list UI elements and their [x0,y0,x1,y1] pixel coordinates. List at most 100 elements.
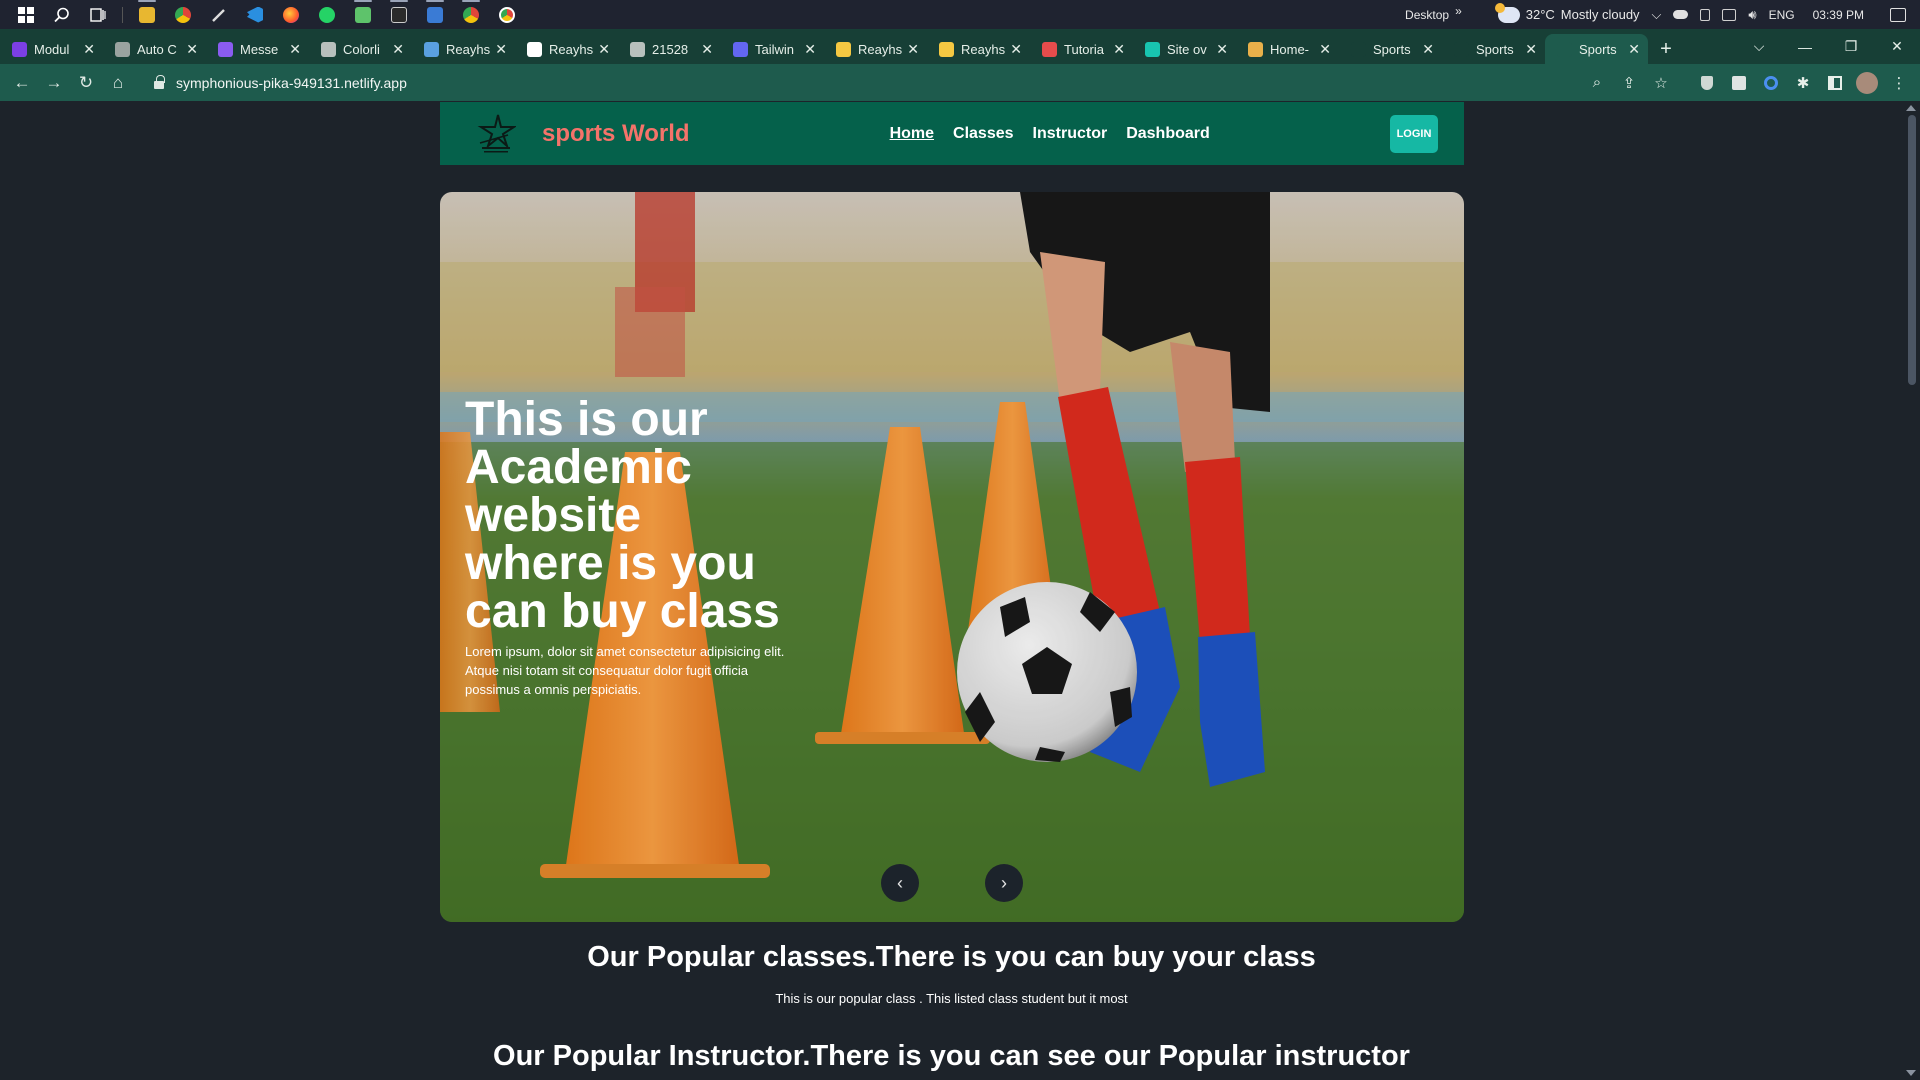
chrome-alt-icon[interactable] [489,0,525,29]
tab-close-icon[interactable]: ✕ [598,41,610,58]
nav-link-home[interactable]: Home [890,125,934,143]
brand-name[interactable]: sports World [542,120,690,148]
tab-search-chevron-icon[interactable]: ⌵ [1736,32,1782,62]
browser-tab[interactable]: Sports ✕ [1545,34,1648,64]
browser-tab[interactable]: Auto C ✕ [103,34,206,64]
tab-close-icon[interactable]: ✕ [701,41,713,58]
language-indicator[interactable]: ENG [1769,8,1795,22]
tab-close-icon[interactable]: ✕ [1525,41,1537,58]
reload-icon[interactable]: ↻ [70,67,102,99]
scroll-down-arrow-icon[interactable] [1906,1070,1916,1076]
tab-label: Auto C [137,41,177,57]
tab-favicon-icon [1557,41,1572,57]
tab-close-icon[interactable]: ✕ [392,41,404,58]
network-icon[interactable] [1722,8,1737,21]
scroll-thumb[interactable] [1908,115,1916,385]
browser-tab[interactable]: Modul ✕ [0,34,103,64]
tab-close-icon[interactable]: ✕ [495,41,507,58]
restore-button[interactable]: ❐ [1828,32,1874,62]
firefox-icon[interactable] [273,0,309,29]
tab-close-icon[interactable]: ✕ [1422,41,1434,58]
browser-tab[interactable]: Sports ✕ [1442,34,1545,64]
tab-label: Reayhs [549,41,594,57]
pen-tool-icon[interactable] [201,0,237,29]
page-scrollbar[interactable] [1903,101,1920,1080]
clock[interactable]: 03:39 PM [1813,8,1864,22]
weather-description[interactable]: Mostly cloudy [1561,7,1640,22]
browser-tab[interactable]: Messe ✕ [206,34,309,64]
extension-square-icon[interactable] [1728,72,1750,94]
windows-start-icon[interactable] [8,0,44,29]
browser-tab[interactable]: Tailwin ✕ [721,34,824,64]
browser-tab[interactable]: Sports ✕ [1339,34,1442,64]
share-icon[interactable]: ⇪ [1618,72,1640,94]
browser-tab[interactable]: 21528 ✕ [618,34,721,64]
tab-label: Reayhs [961,41,1006,57]
browser-tab[interactable]: Tutoria ✕ [1030,34,1133,64]
android-studio-icon[interactable] [345,0,381,29]
sports-logo-icon[interactable] [476,113,518,155]
weather-cloud-icon[interactable] [1494,2,1520,23]
nav-link-dashboard[interactable]: Dashboard [1126,125,1210,143]
weather-temperature[interactable]: 32°C [1526,7,1555,22]
side-panel-icon[interactable] [1824,72,1846,94]
extensions-puzzle-icon[interactable]: ✱ [1792,72,1814,94]
chrome-green-icon[interactable] [453,0,489,29]
tab-favicon-icon [1145,41,1160,57]
vscode-icon[interactable] [237,0,273,29]
carousel-prev-button[interactable]: ‹ [881,864,919,902]
home-icon[interactable]: ⌂ [102,67,134,99]
browser-tab[interactable]: Site ov ✕ [1133,34,1236,64]
remote-desktop-icon[interactable] [417,0,453,29]
tab-close-icon[interactable]: ✕ [804,41,816,58]
tab-close-icon[interactable]: ✕ [1319,41,1331,58]
address-bar[interactable]: symphonious-pika-949131.netlify.app [142,68,1586,98]
menu-dots-icon[interactable]: ⋮ [1888,72,1910,94]
browser-tab[interactable]: Colorli ✕ [309,34,412,64]
forward-arrow-icon[interactable]: → [38,67,70,99]
tab-close-icon[interactable]: ✕ [907,41,919,58]
browser-tab[interactable]: Reayhs ✕ [412,34,515,64]
tab-close-icon[interactable]: ✕ [186,41,198,58]
tab-close-icon[interactable]: ✕ [1628,41,1640,58]
onedrive-icon[interactable] [1673,10,1689,19]
browser-tab[interactable]: Reayhs ✕ [927,34,1030,64]
tab-close-icon[interactable]: ✕ [83,41,95,58]
tab-favicon-icon [321,41,336,57]
bookmark-star-icon[interactable]: ☆ [1650,72,1672,94]
nav-link-classes[interactable]: Classes [953,125,1014,143]
close-window-button[interactable]: ✕ [1874,32,1920,62]
desktop-label[interactable]: Desktop [1405,8,1449,22]
chrome-icon[interactable] [165,0,201,29]
tab-close-icon[interactable]: ✕ [1113,41,1125,58]
volume-icon[interactable]: 🔊︎ [1748,7,1756,23]
tray-chevron-icon[interactable]: ⌵ [1652,7,1662,23]
back-arrow-icon[interactable]: ← [6,67,38,99]
browser-tab[interactable]: Home- ✕ [1236,34,1339,64]
toolbar-chevron-icon[interactable]: » [1455,4,1462,18]
tab-close-icon[interactable]: ✕ [289,41,301,58]
extension-circle-icon[interactable] [1760,72,1782,94]
login-button[interactable]: LOGIN [1390,114,1438,153]
profile-avatar[interactable] [1856,71,1878,94]
minimize-button[interactable]: — [1782,32,1828,62]
new-tab-button[interactable]: + [1648,34,1684,64]
carousel-next-button[interactable]: › [985,864,1023,902]
extension-shield-icon[interactable] [1696,72,1718,94]
battery-icon[interactable] [1700,8,1711,21]
file-explorer-icon[interactable] [129,0,165,29]
url-text[interactable]: symphonious-pika-949131.netlify.app [176,75,407,91]
tab-close-icon[interactable]: ✕ [1216,41,1228,58]
browser-tab[interactable]: Reayhs ✕ [824,34,927,64]
whatsapp-icon[interactable] [309,0,345,29]
scroll-up-arrow-icon[interactable] [1906,105,1916,111]
browser-tab[interactable]: Reayhs ✕ [515,34,618,64]
notifications-icon[interactable] [1890,7,1906,22]
nav-link-instructor[interactable]: Instructor [1033,125,1108,143]
terminal-icon[interactable] [381,0,417,29]
zoom-icon[interactable]: ⌕ [1586,72,1608,94]
tab-close-icon[interactable]: ✕ [1010,41,1022,58]
lock-icon[interactable] [154,74,165,89]
task-view-icon[interactable] [80,0,116,29]
search-icon[interactable] [44,0,80,29]
